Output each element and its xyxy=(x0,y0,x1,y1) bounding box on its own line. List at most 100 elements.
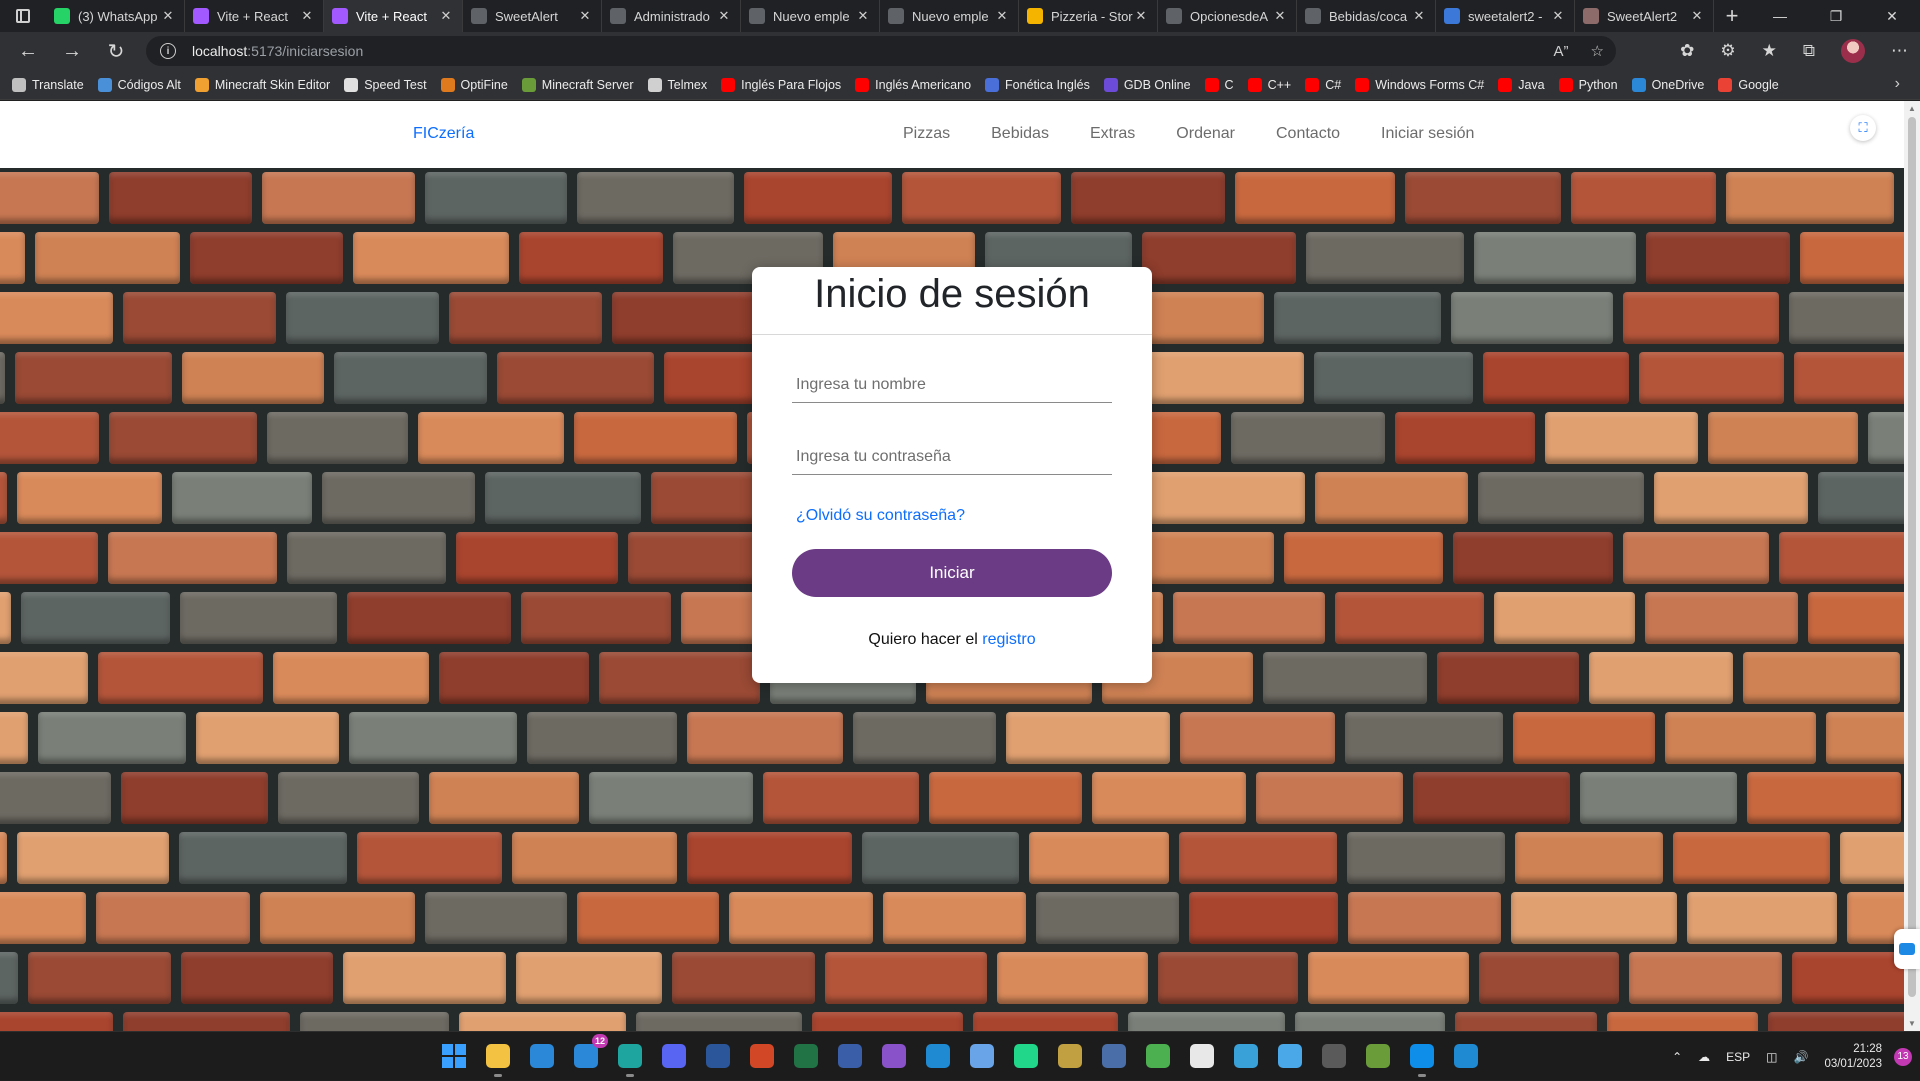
bookmark-item[interactable]: OneDrive xyxy=(1631,77,1704,92)
bookmark-item[interactable]: Fonética Inglés xyxy=(985,77,1090,92)
nav-link-pizzas[interactable]: Pizzas xyxy=(903,125,950,143)
close-window-button[interactable]: ✕ xyxy=(1864,0,1920,32)
close-tab-icon[interactable]: ✕ xyxy=(438,8,454,24)
sql-icon[interactable] xyxy=(1098,1040,1130,1072)
start-icon[interactable] xyxy=(438,1040,470,1072)
close-tab-icon[interactable]: ✕ xyxy=(1411,8,1427,24)
mail-icon[interactable]: 12 xyxy=(570,1034,608,1072)
password-input[interactable] xyxy=(792,429,1112,475)
nav-link-ordenar[interactable]: Ordenar xyxy=(1176,125,1235,143)
page-scrollbar[interactable]: ▲ ▼ xyxy=(1904,101,1920,1031)
browser-tab[interactable]: Nuevo emple ✕ xyxy=(741,0,880,32)
scroll-up-icon[interactable]: ▲ xyxy=(1908,104,1916,113)
login-button[interactable]: Iniciar xyxy=(792,549,1112,597)
devc-icon[interactable] xyxy=(834,1040,866,1072)
edge-dev-icon[interactable] xyxy=(1450,1040,1482,1072)
notification-badge[interactable]: 13 xyxy=(1894,1047,1912,1066)
read-aloud-icon[interactable]: A” xyxy=(1554,43,1569,60)
scrollbar-thumb[interactable] xyxy=(1908,117,1916,997)
nav-link-extras[interactable]: Extras xyxy=(1090,125,1135,143)
bookmark-item[interactable]: Códigos Alt xyxy=(97,77,181,92)
collections-icon[interactable]: ⧉ xyxy=(1803,41,1815,61)
browser-tab[interactable]: Administrado ✕ xyxy=(602,0,741,32)
browser-tab[interactable]: SweetAlert2 ✕ xyxy=(1575,0,1714,32)
bookmark-item[interactable]: C# xyxy=(1305,77,1341,92)
bookmark-item[interactable]: Python xyxy=(1558,77,1618,92)
bookmark-item[interactable]: GDB Online xyxy=(1103,77,1191,92)
tab-actions-button[interactable] xyxy=(0,0,46,32)
bookmark-item[interactable]: OptiFine xyxy=(440,77,508,92)
scroll-down-icon[interactable]: ▼ xyxy=(1908,1019,1916,1028)
powerpoint-icon[interactable] xyxy=(746,1040,778,1072)
browser-tab[interactable]: Vite + React ✕ xyxy=(324,0,463,32)
close-tab-icon[interactable]: ✕ xyxy=(716,8,732,24)
browser-tab[interactable]: Vite + React ✕ xyxy=(185,0,324,32)
new-tab-button[interactable]: + xyxy=(1714,0,1750,32)
file-explorer-icon[interactable] xyxy=(482,1040,514,1077)
close-tab-icon[interactable]: ✕ xyxy=(1689,8,1705,24)
nav-link-contacto[interactable]: Contacto xyxy=(1276,125,1340,143)
forward-button[interactable]: → xyxy=(50,32,94,70)
store-icon[interactable] xyxy=(526,1040,558,1072)
bookmark-item[interactable]: Java xyxy=(1498,77,1545,92)
browser-tab[interactable]: Pizzeria - Stor ✕ xyxy=(1019,0,1158,32)
favorites-icon[interactable]: ★ xyxy=(1762,41,1777,61)
onedrive-icon[interactable]: ☁ xyxy=(1698,1050,1710,1064)
pycharm-icon[interactable] xyxy=(1010,1040,1042,1072)
name-input[interactable] xyxy=(792,357,1112,403)
clock[interactable]: 21:28 03/01/2023 xyxy=(1824,1042,1882,1072)
back-button[interactable]: ← xyxy=(6,32,50,70)
site-brand[interactable]: FICzería xyxy=(413,125,474,143)
tray-overflow-icon[interactable]: ⌃ xyxy=(1672,1050,1682,1064)
close-tab-icon[interactable]: ✕ xyxy=(577,8,593,24)
bookmark-item[interactable]: Google xyxy=(1718,77,1779,92)
bookmark-item[interactable]: C xyxy=(1204,77,1234,92)
reload-button[interactable]: ↻ xyxy=(94,32,138,70)
browser-tab[interactable]: OpcionesdeA ✕ xyxy=(1158,0,1297,32)
notes-icon[interactable] xyxy=(1274,1040,1306,1072)
discord-icon[interactable] xyxy=(658,1040,690,1072)
browser-tab[interactable]: sweetalert2 - ✕ xyxy=(1436,0,1575,32)
close-tab-icon[interactable]: ✕ xyxy=(1133,8,1149,24)
bookmark-item[interactable]: Minecraft Skin Editor xyxy=(194,77,330,92)
screenshot-icon[interactable]: ⛶ xyxy=(1850,115,1876,141)
box-icon[interactable] xyxy=(966,1040,998,1072)
edge-icon[interactable] xyxy=(614,1040,646,1077)
address-bar[interactable]: i localhost:5173/iniciarsesion A” ☆ xyxy=(146,36,1616,66)
close-tab-icon[interactable]: ✕ xyxy=(299,8,315,24)
register-link[interactable]: registro xyxy=(982,631,1035,648)
vscode-icon[interactable] xyxy=(922,1040,954,1072)
browser-tab[interactable]: (3) WhatsApp ✕ xyxy=(46,0,185,32)
minimize-button[interactable]: — xyxy=(1752,0,1808,32)
bookmark-item[interactable]: Translate xyxy=(12,77,84,92)
profile-avatar[interactable] xyxy=(1841,39,1865,63)
more-menu-icon[interactable]: ⋯ xyxy=(1891,41,1908,61)
bookmarks-overflow-icon[interactable]: › xyxy=(1895,75,1900,93)
language-indicator[interactable]: ESP xyxy=(1726,1050,1750,1064)
close-tab-icon[interactable]: ✕ xyxy=(994,8,1010,24)
browser-tab[interactable]: Bebidas/coca ✕ xyxy=(1297,0,1436,32)
browser-tab[interactable]: Nuevo emple ✕ xyxy=(880,0,1019,32)
teamviewer-side-tab[interactable] xyxy=(1894,929,1920,969)
bookmark-item[interactable]: Minecraft Server xyxy=(521,77,634,92)
excel-icon[interactable] xyxy=(790,1040,822,1072)
favorite-star-icon[interactable]: ☆ xyxy=(1591,42,1604,60)
nav-link-iniciar-sesion[interactable]: Iniciar sesión xyxy=(1381,125,1474,143)
close-tab-icon[interactable]: ✕ xyxy=(160,8,176,24)
word-icon[interactable] xyxy=(702,1040,734,1072)
extensions-puzzle-icon[interactable]: ⚙ xyxy=(1720,41,1735,61)
visual-studio-icon[interactable] xyxy=(878,1040,910,1072)
close-tab-icon[interactable]: ✕ xyxy=(1550,8,1566,24)
volume-icon[interactable]: 🔊 xyxy=(1793,1050,1808,1064)
restore-button[interactable]: ❐ xyxy=(1808,0,1864,32)
forgot-password-link[interactable]: ¿Olvidó su contraseña? xyxy=(796,507,965,525)
network-icon[interactable]: ◫ xyxy=(1766,1050,1777,1064)
bookmark-item[interactable]: C++ xyxy=(1247,77,1291,92)
bookmark-item[interactable]: Speed Test xyxy=(344,77,427,92)
close-tab-icon[interactable]: ✕ xyxy=(1272,8,1288,24)
chrome-icon[interactable] xyxy=(1142,1040,1174,1072)
bookmark-item[interactable]: Windows Forms C# xyxy=(1355,77,1484,92)
calculator-icon[interactable] xyxy=(1318,1040,1350,1072)
notepad-icon[interactable] xyxy=(1186,1040,1218,1072)
nav-link-bebidas[interactable]: Bebidas xyxy=(991,125,1049,143)
